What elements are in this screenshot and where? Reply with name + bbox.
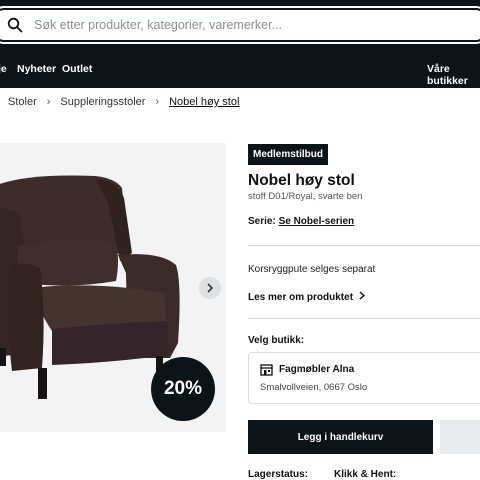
search-input[interactable]: [34, 18, 434, 32]
next-image-button[interactable]: [199, 277, 221, 299]
main-nav: je Nyheter Outlet Våre butikker: [0, 60, 480, 87]
product-info-note: Korsryggpute selges separat: [248, 264, 376, 275]
store-name: Fagmøbler Alna: [279, 364, 355, 375]
product-image: 20%: [0, 143, 226, 432]
click-collect-label: Klikk & Hent:: [334, 469, 397, 480]
nav-item-partial[interactable]: je: [0, 63, 7, 75]
breadcrumb: Stoler › Suppleringsstoler › Nobel høy s…: [8, 96, 239, 108]
search-bar[interactable]: [0, 8, 480, 42]
product-title: Nobel høy stol: [248, 172, 355, 189]
store-address: Smalvollveien, 0667 Oslo: [260, 382, 368, 393]
search-icon: [6, 16, 24, 34]
member-offer-badge: Medlemstilbud: [248, 144, 329, 165]
nav-item-stores[interactable]: Våre butikker: [427, 63, 480, 87]
chevron-right-icon: [359, 291, 366, 303]
stock-status-label: Lagerstatus:: [248, 469, 309, 480]
chevron-right-icon: [207, 283, 214, 293]
nav-item-outlet[interactable]: Outlet: [62, 63, 92, 75]
discount-badge: 20%: [151, 357, 215, 421]
secondary-action-button[interactable]: [440, 420, 480, 454]
choose-store-label: Velg butikk:: [248, 335, 305, 346]
read-more-link[interactable]: Les mer om produktet: [248, 291, 366, 303]
breadcrumb-link-stoler[interactable]: Stoler: [8, 96, 37, 108]
read-more-label: Les mer om produktet: [248, 291, 354, 303]
series-label: Serie:: [248, 216, 276, 227]
chevron-right-icon: ›: [46, 96, 51, 108]
product-subtitle: stoff D01/Royal, svarte ben: [248, 191, 363, 202]
chevron-right-icon: ›: [155, 96, 160, 108]
store-icon: [260, 363, 273, 381]
store-selector[interactable]: Fagmøbler Alna Smalvollveien, 0667 Oslo: [248, 352, 480, 404]
breadcrumb-current[interactable]: Nobel høy stol: [169, 96, 239, 108]
series-line: Serie: Se Nobel-serien: [248, 216, 354, 227]
series-link[interactable]: Se Nobel-serien: [279, 216, 355, 227]
add-to-cart-button[interactable]: Legg i handlekurv: [248, 420, 433, 454]
divider: [248, 245, 480, 246]
site-header: je Nyheter Outlet Våre butikker: [0, 0, 480, 88]
nav-item-nyheter[interactable]: Nyheter: [17, 63, 56, 75]
divider: [248, 318, 480, 319]
breadcrumb-link-suppleringsstoler[interactable]: Suppleringsstoler: [60, 96, 145, 108]
